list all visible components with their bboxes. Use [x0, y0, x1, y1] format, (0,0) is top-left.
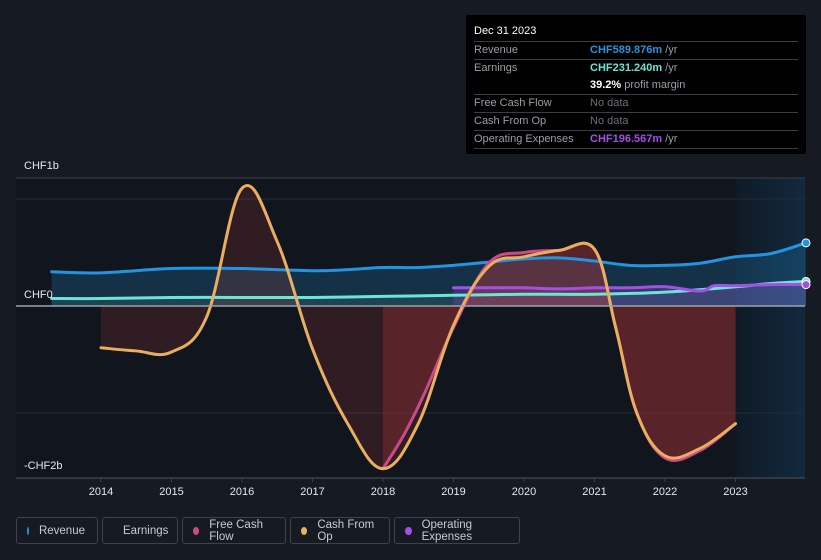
tooltip-row-cfo: Cash From Op No data — [474, 113, 798, 131]
legend-item-cash-from-op[interactable]: Cash From Op — [290, 517, 390, 544]
cash-from-op-dot-icon — [301, 526, 308, 535]
tooltip-unit: profit margin — [624, 79, 686, 91]
x-tick-label: 2022 — [653, 486, 677, 498]
legend-label: Earnings — [123, 524, 169, 537]
operating-expenses-dot-icon — [405, 526, 412, 535]
legend-label: Free Cash Flow — [209, 518, 263, 543]
tooltip-value: No data — [590, 97, 629, 109]
x-tick-label: 2015 — [159, 486, 183, 498]
tooltip-date: Dec 31 2023 — [474, 23, 798, 42]
operating-expenses-end-marker — [801, 280, 811, 290]
profit-margin-value: 39.2% — [590, 79, 622, 91]
tooltip-value: No data — [590, 115, 629, 127]
legend-label: Cash From Op — [317, 518, 375, 543]
y-tick-label-bottom: -CHF2b — [24, 460, 63, 472]
legend-item-free-cash-flow[interactable]: Free Cash Flow — [182, 517, 286, 544]
x-tick-label: 2020 — [512, 486, 536, 498]
y-tick-label-zero: CHF0 — [24, 289, 53, 301]
tooltip-label — [474, 77, 590, 94]
tooltip-value: CHF231.240m — [590, 62, 663, 74]
tooltip-row-margin: 39.2% profit margin — [474, 77, 798, 95]
free-cash-flow-dot-icon — [193, 526, 200, 535]
chart-legend: Revenue Earnings Free Cash Flow Cash Fro… — [16, 517, 520, 544]
tooltip-label: Cash From Op — [474, 115, 547, 127]
legend-label: Operating Expenses — [421, 518, 473, 543]
x-tick-label: 2014 — [89, 486, 113, 498]
tooltip-unit: /yr — [665, 44, 678, 56]
legend-item-earnings[interactable]: Earnings — [102, 517, 178, 544]
x-axis: 2014 2015 2016 2017 2018 2019 2020 2021 2022 2023 — [16, 477, 805, 498]
tooltip-row-revenue: Revenue CHF589.876m /yr — [474, 42, 798, 60]
tooltip-label: Operating Expenses — [474, 133, 574, 145]
revenue-end-marker — [801, 238, 811, 248]
x-tick-label: 2019 — [441, 486, 465, 498]
tooltip-value: CHF196.567m — [590, 133, 663, 145]
tooltip-unit: /yr — [665, 62, 678, 74]
y-tick-label-top: CHF1b — [24, 160, 59, 172]
x-tick-label: 2023 — [723, 486, 747, 498]
legend-item-operating-expenses[interactable]: Operating Expenses — [394, 517, 520, 544]
x-tick-label: 2017 — [300, 486, 324, 498]
tooltip-value: CHF589.876m — [590, 44, 663, 56]
tooltip-label: Free Cash Flow — [474, 97, 552, 109]
data-tooltip: Dec 31 2023 Revenue CHF589.876m /yr Earn… — [466, 15, 806, 154]
revenue-dot-icon — [27, 526, 29, 535]
tooltip-label: Revenue — [474, 44, 519, 56]
x-tick-label: 2021 — [582, 486, 606, 498]
tooltip-label: Earnings — [474, 62, 518, 74]
legend-item-revenue[interactable]: Revenue — [16, 517, 98, 544]
tooltip-unit: /yr — [665, 133, 678, 145]
x-tick-label: 2016 — [230, 486, 254, 498]
forecast-region — [735, 178, 805, 478]
legend-label: Revenue — [38, 524, 85, 537]
tooltip-row-opex: Operating Expenses CHF196.567m /yr — [474, 131, 798, 149]
tooltip-row-earnings: Earnings CHF231.240m /yr — [474, 60, 798, 77]
tooltip-row-fcf: Free Cash Flow No data — [474, 95, 798, 113]
x-tick-label: 2018 — [371, 486, 395, 498]
